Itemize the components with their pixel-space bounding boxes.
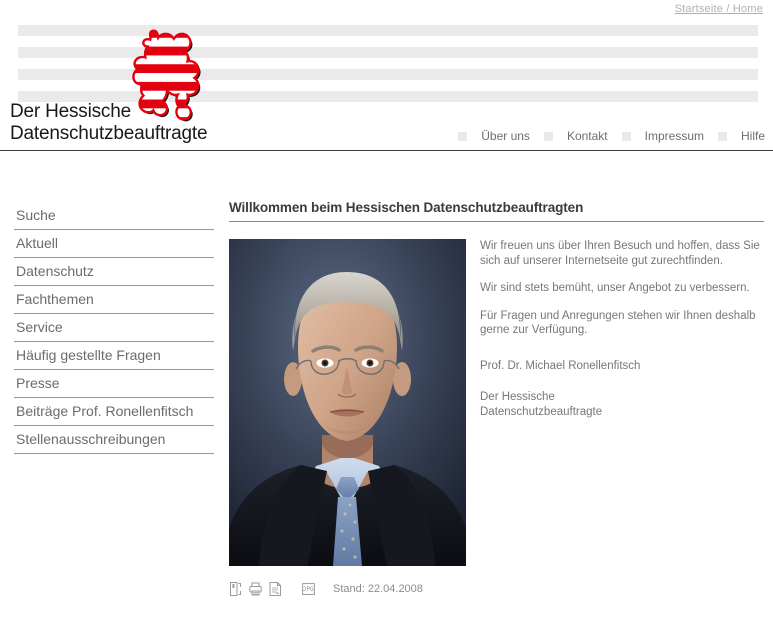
welcome-paragraph-1: Wir freuen uns über Ihren Besuch und hof… [480, 240, 760, 267]
print-icon[interactable] [249, 582, 262, 596]
page-title: Willkommen beim Hessischen Datenschutzbe… [229, 200, 764, 222]
sidebar-navigation: Suche Aktuell Datenschutz Fachthemen Ser… [14, 202, 214, 454]
signature-org-line2: Datenschutzbeauftragte [480, 405, 603, 418]
page-content: Suche Aktuell Datenschutz Fachthemen Ser… [0, 134, 773, 623]
site-header: Der Hessische Datenschutzbeauftragte Übe… [0, 17, 773, 151]
breadcrumb[interactable]: Startseite / Home [675, 3, 763, 15]
recommend-page-icon[interactable] [229, 582, 242, 596]
sidebar-item-presse[interactable]: Presse [14, 370, 214, 398]
portrait-photo [229, 239, 466, 566]
sidebar-item-fachthemen[interactable]: Fachthemen [14, 286, 214, 314]
sidebar-item-aktuell[interactable]: Aktuell [14, 230, 214, 258]
sidebar-item-service[interactable]: Service [14, 314, 214, 342]
signature-organization: Der Hessische Datenschutzbeauftragte [480, 390, 764, 419]
sidebar-item-stellenausschreibungen[interactable]: Stellenausschreibungen [14, 426, 214, 454]
welcome-text: Wir freuen uns über Ihren Besuch und hof… [480, 239, 764, 419]
sidebar-item-suche[interactable]: Suche [14, 202, 214, 230]
sidebar-item-haeufig-gestellte-fragen[interactable]: Häufig gestellte Fragen [14, 342, 214, 370]
welcome-block: Wir freuen uns über Ihren Besuch und hof… [229, 239, 764, 596]
org-title-line1: Der Hessische [10, 101, 131, 122]
topbar: Startseite / Home [0, 0, 773, 17]
save-page-icon[interactable] [269, 582, 282, 596]
welcome-paragraph-2: Wir sind stets bemüht, unser Angebot zu … [480, 282, 750, 294]
sidebar-item-beitraege-prof-ronellenfitsch[interactable]: Beiträge Prof. Ronellenfitsch [14, 398, 214, 426]
sidebar-item-datenschutz[interactable]: Datenschutz [14, 258, 214, 286]
signature-org-line1: Der Hessische [480, 391, 555, 403]
signature-name: Prof. Dr. Michael Ronellenfitsch [480, 359, 641, 372]
page-toolbar: JPG Stand: 22.04.2008 [229, 581, 423, 597]
svg-text:JPG: JPG [303, 586, 314, 593]
welcome-paragraph-3: Für Fragen und Anregungen stehen wir Ihn… [480, 309, 756, 337]
last-updated-label: Stand: 22.04.2008 [333, 583, 423, 595]
header-stripe-pattern [0, 17, 773, 113]
main-column: Willkommen beim Hessischen Datenschutzbe… [229, 200, 764, 596]
jpg-badge-icon[interactable]: JPG [302, 582, 315, 596]
